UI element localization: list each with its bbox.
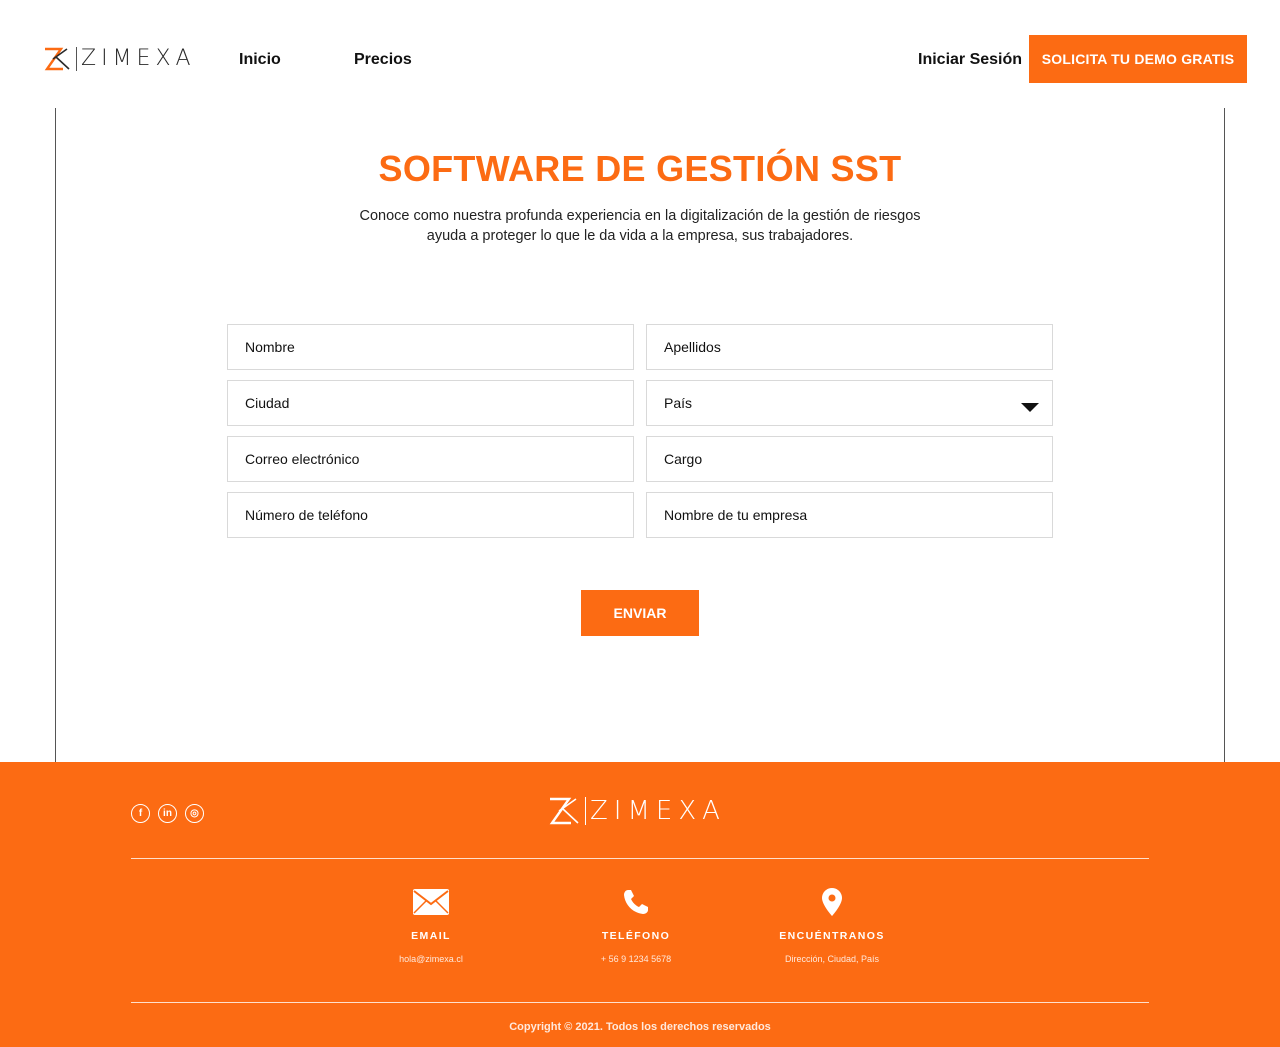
- envelope-icon: [351, 888, 511, 916]
- contact-email: EMAIL hola@zimexa.cl: [351, 888, 511, 964]
- panel-border-left: [55, 108, 56, 762]
- city-input[interactable]: [228, 381, 633, 425]
- footer-divider-top: [131, 858, 1149, 859]
- contact-phone-title: TELÉFONO: [601, 930, 671, 942]
- page-subtitle: Conoce como nuestra profunda experiencia…: [359, 208, 921, 244]
- contact-location: ENCUÉNTRANOS Dirección, Ciudad, País: [752, 888, 912, 964]
- company-input[interactable]: [647, 493, 1052, 537]
- contact-email-title: EMAIL: [411, 930, 451, 942]
- country-select-value: País: [664, 395, 693, 411]
- city-field-wrapper: [227, 380, 634, 426]
- company-field-wrapper: [646, 492, 1053, 538]
- zimexa-mark-icon: [44, 47, 70, 70]
- site-footer: f in ◎ ZIMEXA EMAIL hola@zimexa.cl TELÉF…: [0, 762, 1280, 1047]
- email-field-wrapper: [227, 436, 634, 482]
- brand-name: ZIMEXA: [81, 46, 196, 71]
- linkedin-icon[interactable]: in: [158, 804, 177, 823]
- zimexa-mark-icon: [549, 797, 579, 825]
- phone-input[interactable]: [228, 493, 633, 537]
- email-input[interactable]: [228, 437, 633, 481]
- nav-home-link[interactable]: Inicio: [239, 51, 281, 69]
- nav-pricing-link[interactable]: Precios: [354, 51, 412, 69]
- instagram-icon[interactable]: ◎: [185, 804, 204, 823]
- logo-divider: [585, 797, 586, 825]
- copyright-text: Copyright © 2021. Todos los derechos res…: [509, 1021, 771, 1033]
- logo-divider: [76, 46, 77, 71]
- job-title-field-wrapper: [646, 436, 1053, 482]
- phone-field-wrapper: [227, 492, 634, 538]
- social-links: f in ◎: [131, 804, 204, 823]
- contact-location-value: Dirección, Ciudad, País: [784, 954, 880, 964]
- job-title-input[interactable]: [647, 437, 1052, 481]
- footer-brand-name: ZIMEXA: [590, 796, 726, 826]
- contact-phone-value[interactable]: + 56 9 1234 5678: [556, 954, 716, 964]
- contact-email-value[interactable]: hola@zimexa.cl: [351, 954, 511, 964]
- contact-phone: TELÉFONO + 56 9 1234 5678: [556, 888, 716, 964]
- map-pin-icon: [752, 888, 912, 916]
- site-header: ZIMEXA Inicio Precios Iniciar Sesión SOL…: [0, 0, 1280, 108]
- footer-brand-logo[interactable]: ZIMEXA: [549, 796, 726, 826]
- brand-logo[interactable]: ZIMEXA: [44, 46, 196, 71]
- phone-icon: [556, 888, 716, 916]
- request-demo-button[interactable]: SOLICITA TU DEMO GRATIS: [1029, 35, 1247, 83]
- country-select[interactable]: País: [646, 380, 1053, 426]
- login-link[interactable]: Iniciar Sesión: [918, 51, 1022, 69]
- first-name-input[interactable]: [228, 325, 633, 369]
- first-name-field-wrapper: [227, 324, 634, 370]
- last-name-input[interactable]: [647, 325, 1052, 369]
- contact-location-title: ENCUÉNTRANOS: [779, 930, 885, 942]
- panel-border-right: [1224, 108, 1225, 762]
- submit-button[interactable]: ENVIAR: [581, 590, 699, 636]
- facebook-icon[interactable]: f: [131, 804, 150, 823]
- last-name-field-wrapper: [646, 324, 1053, 370]
- footer-divider-bottom: [131, 1002, 1149, 1003]
- chevron-down-icon: [1021, 403, 1039, 412]
- page-title: SOFTWARE DE GESTIÓN SST: [378, 148, 902, 189]
